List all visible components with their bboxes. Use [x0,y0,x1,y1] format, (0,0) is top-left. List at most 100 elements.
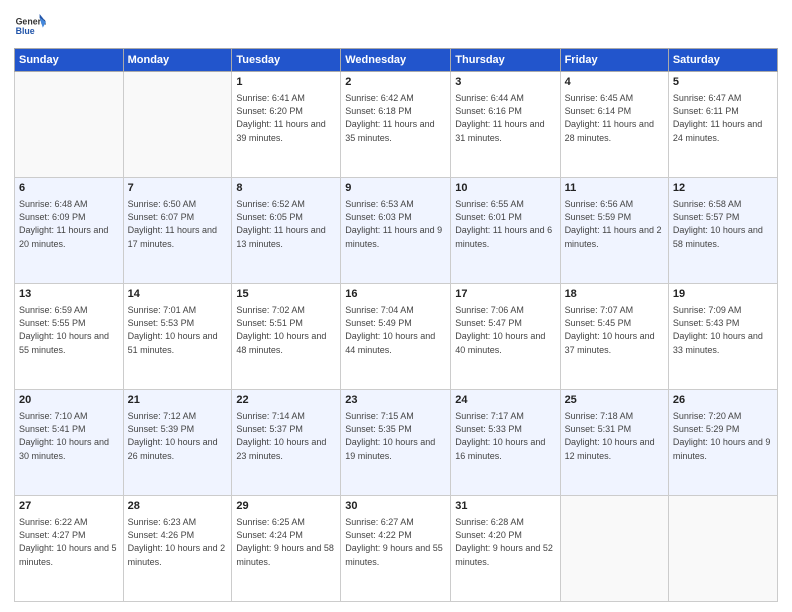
day-info: Sunrise: 6:45 AM Sunset: 6:14 PM Dayligh… [565,92,664,144]
day-header-saturday: Saturday [668,49,777,72]
calendar-cell: 24 Sunrise: 7:17 AM Sunset: 5:33 PM Dayli… [451,390,560,496]
calendar-cell [15,72,124,178]
day-header-sunday: Sunday [15,49,124,72]
day-info: Sunrise: 7:01 AM Sunset: 5:53 PM Dayligh… [128,304,228,356]
logo: General Blue [14,10,46,42]
day-info: Sunrise: 6:53 AM Sunset: 6:03 PM Dayligh… [345,198,446,250]
day-header-thursday: Thursday [451,49,560,72]
day-number: 11 [565,181,664,196]
day-number: 25 [565,393,664,408]
day-info: Sunrise: 6:27 AM Sunset: 4:22 PM Dayligh… [345,516,446,568]
day-info: Sunrise: 6:50 AM Sunset: 6:07 PM Dayligh… [128,198,228,250]
day-number: 26 [673,393,773,408]
day-info: Sunrise: 7:14 AM Sunset: 5:37 PM Dayligh… [236,410,336,462]
calendar-cell: 11 Sunrise: 6:56 AM Sunset: 5:59 PM Dayli… [560,178,668,284]
calendar-cell: 26 Sunrise: 7:20 AM Sunset: 5:29 PM Dayli… [668,390,777,496]
day-header-wednesday: Wednesday [341,49,451,72]
day-info: Sunrise: 7:10 AM Sunset: 5:41 PM Dayligh… [19,410,119,462]
day-info: Sunrise: 7:07 AM Sunset: 5:45 PM Dayligh… [565,304,664,356]
day-info: Sunrise: 7:02 AM Sunset: 5:51 PM Dayligh… [236,304,336,356]
day-number: 29 [236,499,336,514]
day-info: Sunrise: 6:25 AM Sunset: 4:24 PM Dayligh… [236,516,336,568]
day-info: Sunrise: 7:18 AM Sunset: 5:31 PM Dayligh… [565,410,664,462]
calendar-cell [560,496,668,602]
day-info: Sunrise: 6:55 AM Sunset: 6:01 PM Dayligh… [455,198,555,250]
day-info: Sunrise: 6:42 AM Sunset: 6:18 PM Dayligh… [345,92,446,144]
day-number: 23 [345,393,446,408]
calendar-cell: 31 Sunrise: 6:28 AM Sunset: 4:20 PM Dayli… [451,496,560,602]
day-info: Sunrise: 6:58 AM Sunset: 5:57 PM Dayligh… [673,198,773,250]
calendar-cell: 9 Sunrise: 6:53 AM Sunset: 6:03 PM Daylig… [341,178,451,284]
day-header-tuesday: Tuesday [232,49,341,72]
day-number: 17 [455,287,555,302]
calendar-cell: 14 Sunrise: 7:01 AM Sunset: 5:53 PM Dayli… [123,284,232,390]
day-info: Sunrise: 6:47 AM Sunset: 6:11 PM Dayligh… [673,92,773,144]
calendar-cell: 13 Sunrise: 6:59 AM Sunset: 5:55 PM Dayli… [15,284,124,390]
day-number: 22 [236,393,336,408]
day-number: 13 [19,287,119,302]
calendar-cell: 1 Sunrise: 6:41 AM Sunset: 6:20 PM Daylig… [232,72,341,178]
calendar-cell: 21 Sunrise: 7:12 AM Sunset: 5:39 PM Dayli… [123,390,232,496]
day-info: Sunrise: 6:41 AM Sunset: 6:20 PM Dayligh… [236,92,336,144]
day-info: Sunrise: 6:52 AM Sunset: 6:05 PM Dayligh… [236,198,336,250]
calendar-cell: 2 Sunrise: 6:42 AM Sunset: 6:18 PM Daylig… [341,72,451,178]
day-number: 19 [673,287,773,302]
calendar-cell: 3 Sunrise: 6:44 AM Sunset: 6:16 PM Daylig… [451,72,560,178]
calendar-cell: 12 Sunrise: 6:58 AM Sunset: 5:57 PM Dayli… [668,178,777,284]
day-number: 18 [565,287,664,302]
day-info: Sunrise: 7:15 AM Sunset: 5:35 PM Dayligh… [345,410,446,462]
day-number: 15 [236,287,336,302]
calendar-cell: 29 Sunrise: 6:25 AM Sunset: 4:24 PM Dayli… [232,496,341,602]
day-number: 6 [19,181,119,196]
calendar-cell: 6Sunrise: 6:48 AM Sunset: 6:09 PM Daylig… [15,178,124,284]
day-info: Sunrise: 7:12 AM Sunset: 5:39 PM Dayligh… [128,410,228,462]
calendar-cell: 4 Sunrise: 6:45 AM Sunset: 6:14 PM Daylig… [560,72,668,178]
day-info: Sunrise: 7:17 AM Sunset: 5:33 PM Dayligh… [455,410,555,462]
day-number: 16 [345,287,446,302]
calendar-cell [668,496,777,602]
day-number: 30 [345,499,446,514]
day-number: 9 [345,181,446,196]
day-number: 24 [455,393,555,408]
calendar-cell: 19 Sunrise: 7:09 AM Sunset: 5:43 PM Dayli… [668,284,777,390]
calendar: SundayMondayTuesdayWednesdayThursdayFrid… [14,48,778,602]
calendar-cell: 17 Sunrise: 7:06 AM Sunset: 5:47 PM Dayli… [451,284,560,390]
day-number: 4 [565,75,664,90]
day-number: 3 [455,75,555,90]
day-info: Sunrise: 7:06 AM Sunset: 5:47 PM Dayligh… [455,304,555,356]
calendar-cell: 28Sunrise: 6:23 AM Sunset: 4:26 PM Dayli… [123,496,232,602]
calendar-cell: 30 Sunrise: 6:27 AM Sunset: 4:22 PM Dayli… [341,496,451,602]
day-info: Sunrise: 6:23 AM Sunset: 4:26 PM Dayligh… [128,516,228,568]
day-number: 14 [128,287,228,302]
day-info: Sunrise: 6:28 AM Sunset: 4:20 PM Dayligh… [455,516,555,568]
day-number: 21 [128,393,228,408]
day-number: 1 [236,75,336,90]
calendar-cell: 5 Sunrise: 6:47 AM Sunset: 6:11 PM Daylig… [668,72,777,178]
day-info: Sunrise: 6:56 AM Sunset: 5:59 PM Dayligh… [565,198,664,250]
calendar-cell: 7 Sunrise: 6:50 AM Sunset: 6:07 PM Daylig… [123,178,232,284]
day-info: Sunrise: 6:59 AM Sunset: 5:55 PM Dayligh… [19,304,119,356]
day-info: Sunrise: 6:22 AM Sunset: 4:27 PM Dayligh… [19,516,119,568]
day-number: 2 [345,75,446,90]
day-number: 31 [455,499,555,514]
day-number: 7 [128,181,228,196]
calendar-cell: 10 Sunrise: 6:55 AM Sunset: 6:01 PM Dayli… [451,178,560,284]
day-info: Sunrise: 7:09 AM Sunset: 5:43 PM Dayligh… [673,304,773,356]
day-number: 5 [673,75,773,90]
day-info: Sunrise: 6:44 AM Sunset: 6:16 PM Dayligh… [455,92,555,144]
calendar-cell: 27 Sunrise: 6:22 AM Sunset: 4:27 PM Dayli… [15,496,124,602]
calendar-cell: 18 Sunrise: 7:07 AM Sunset: 5:45 PM Dayli… [560,284,668,390]
calendar-cell: 23 Sunrise: 7:15 AM Sunset: 5:35 PM Dayli… [341,390,451,496]
day-number: 12 [673,181,773,196]
day-info: Sunrise: 7:04 AM Sunset: 5:49 PM Dayligh… [345,304,446,356]
day-number: 20 [19,393,119,408]
day-info: Sunrise: 7:20 AM Sunset: 5:29 PM Dayligh… [673,410,773,462]
day-number: 10 [455,181,555,196]
calendar-cell: 25 Sunrise: 7:18 AM Sunset: 5:31 PM Dayli… [560,390,668,496]
calendar-cell: 22 Sunrise: 7:14 AM Sunset: 5:37 PM Dayli… [232,390,341,496]
svg-text:Blue: Blue [16,26,35,36]
calendar-cell: 8Sunrise: 6:52 AM Sunset: 6:05 PM Daylig… [232,178,341,284]
calendar-cell [123,72,232,178]
day-number: 27 [19,499,119,514]
day-header-friday: Friday [560,49,668,72]
